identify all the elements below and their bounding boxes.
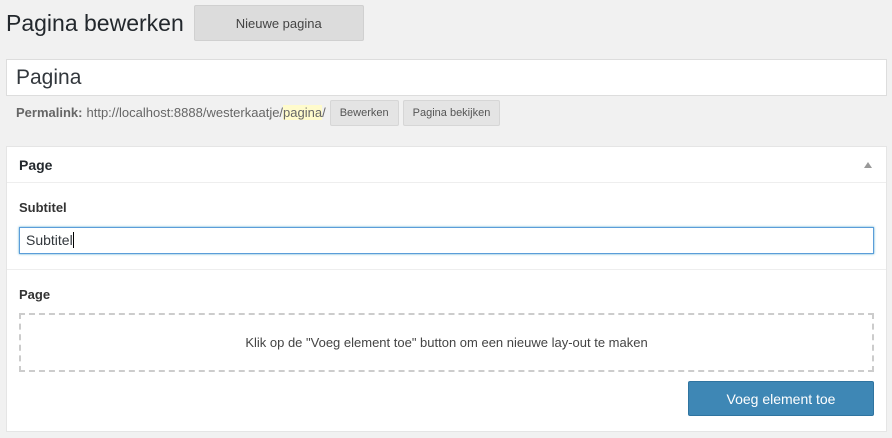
empty-layout-message: Klik op de "Voeg element toe" button om … — [19, 313, 874, 372]
subtitle-input-value: Subtitel — [26, 232, 73, 248]
permalink-trailing-slash: / — [322, 105, 326, 120]
field-divider — [7, 269, 886, 270]
subtitle-label: Subtitel — [19, 200, 67, 215]
text-cursor — [72, 232, 74, 248]
permalink-row: Permalink: http://localhost:8888/westerk… — [16, 99, 501, 126]
flexible-content-label: Page — [19, 287, 51, 302]
page-title: Pagina bewerken — [6, 10, 184, 36]
add-element-button[interactable]: Voeg element toe — [688, 381, 874, 416]
metabox-title: Page — [19, 156, 53, 173]
view-page-button[interactable]: Pagina bekijken — [402, 99, 501, 126]
permalink-label: Permalink: — [16, 105, 83, 120]
subtitle-input[interactable]: Subtitel — [19, 227, 874, 254]
permalink-base-url: http://localhost:8888/westerkaatje/ — [86, 105, 284, 120]
edit-permalink-button[interactable]: Bewerken — [329, 99, 399, 126]
page-header: Pagina bewerken Nieuwe pagina — [6, 5, 364, 41]
permalink-slug[interactable]: pagina — [283, 105, 323, 120]
page-metabox: Page Subtitel Subtitel Page Klik op de "… — [6, 146, 887, 432]
add-new-page-button[interactable]: Nieuwe pagina — [193, 5, 364, 41]
metabox-header[interactable]: Page — [7, 147, 886, 183]
title-input[interactable]: Pagina — [6, 59, 887, 96]
toggle-arrow-icon[interactable] — [864, 161, 872, 168]
